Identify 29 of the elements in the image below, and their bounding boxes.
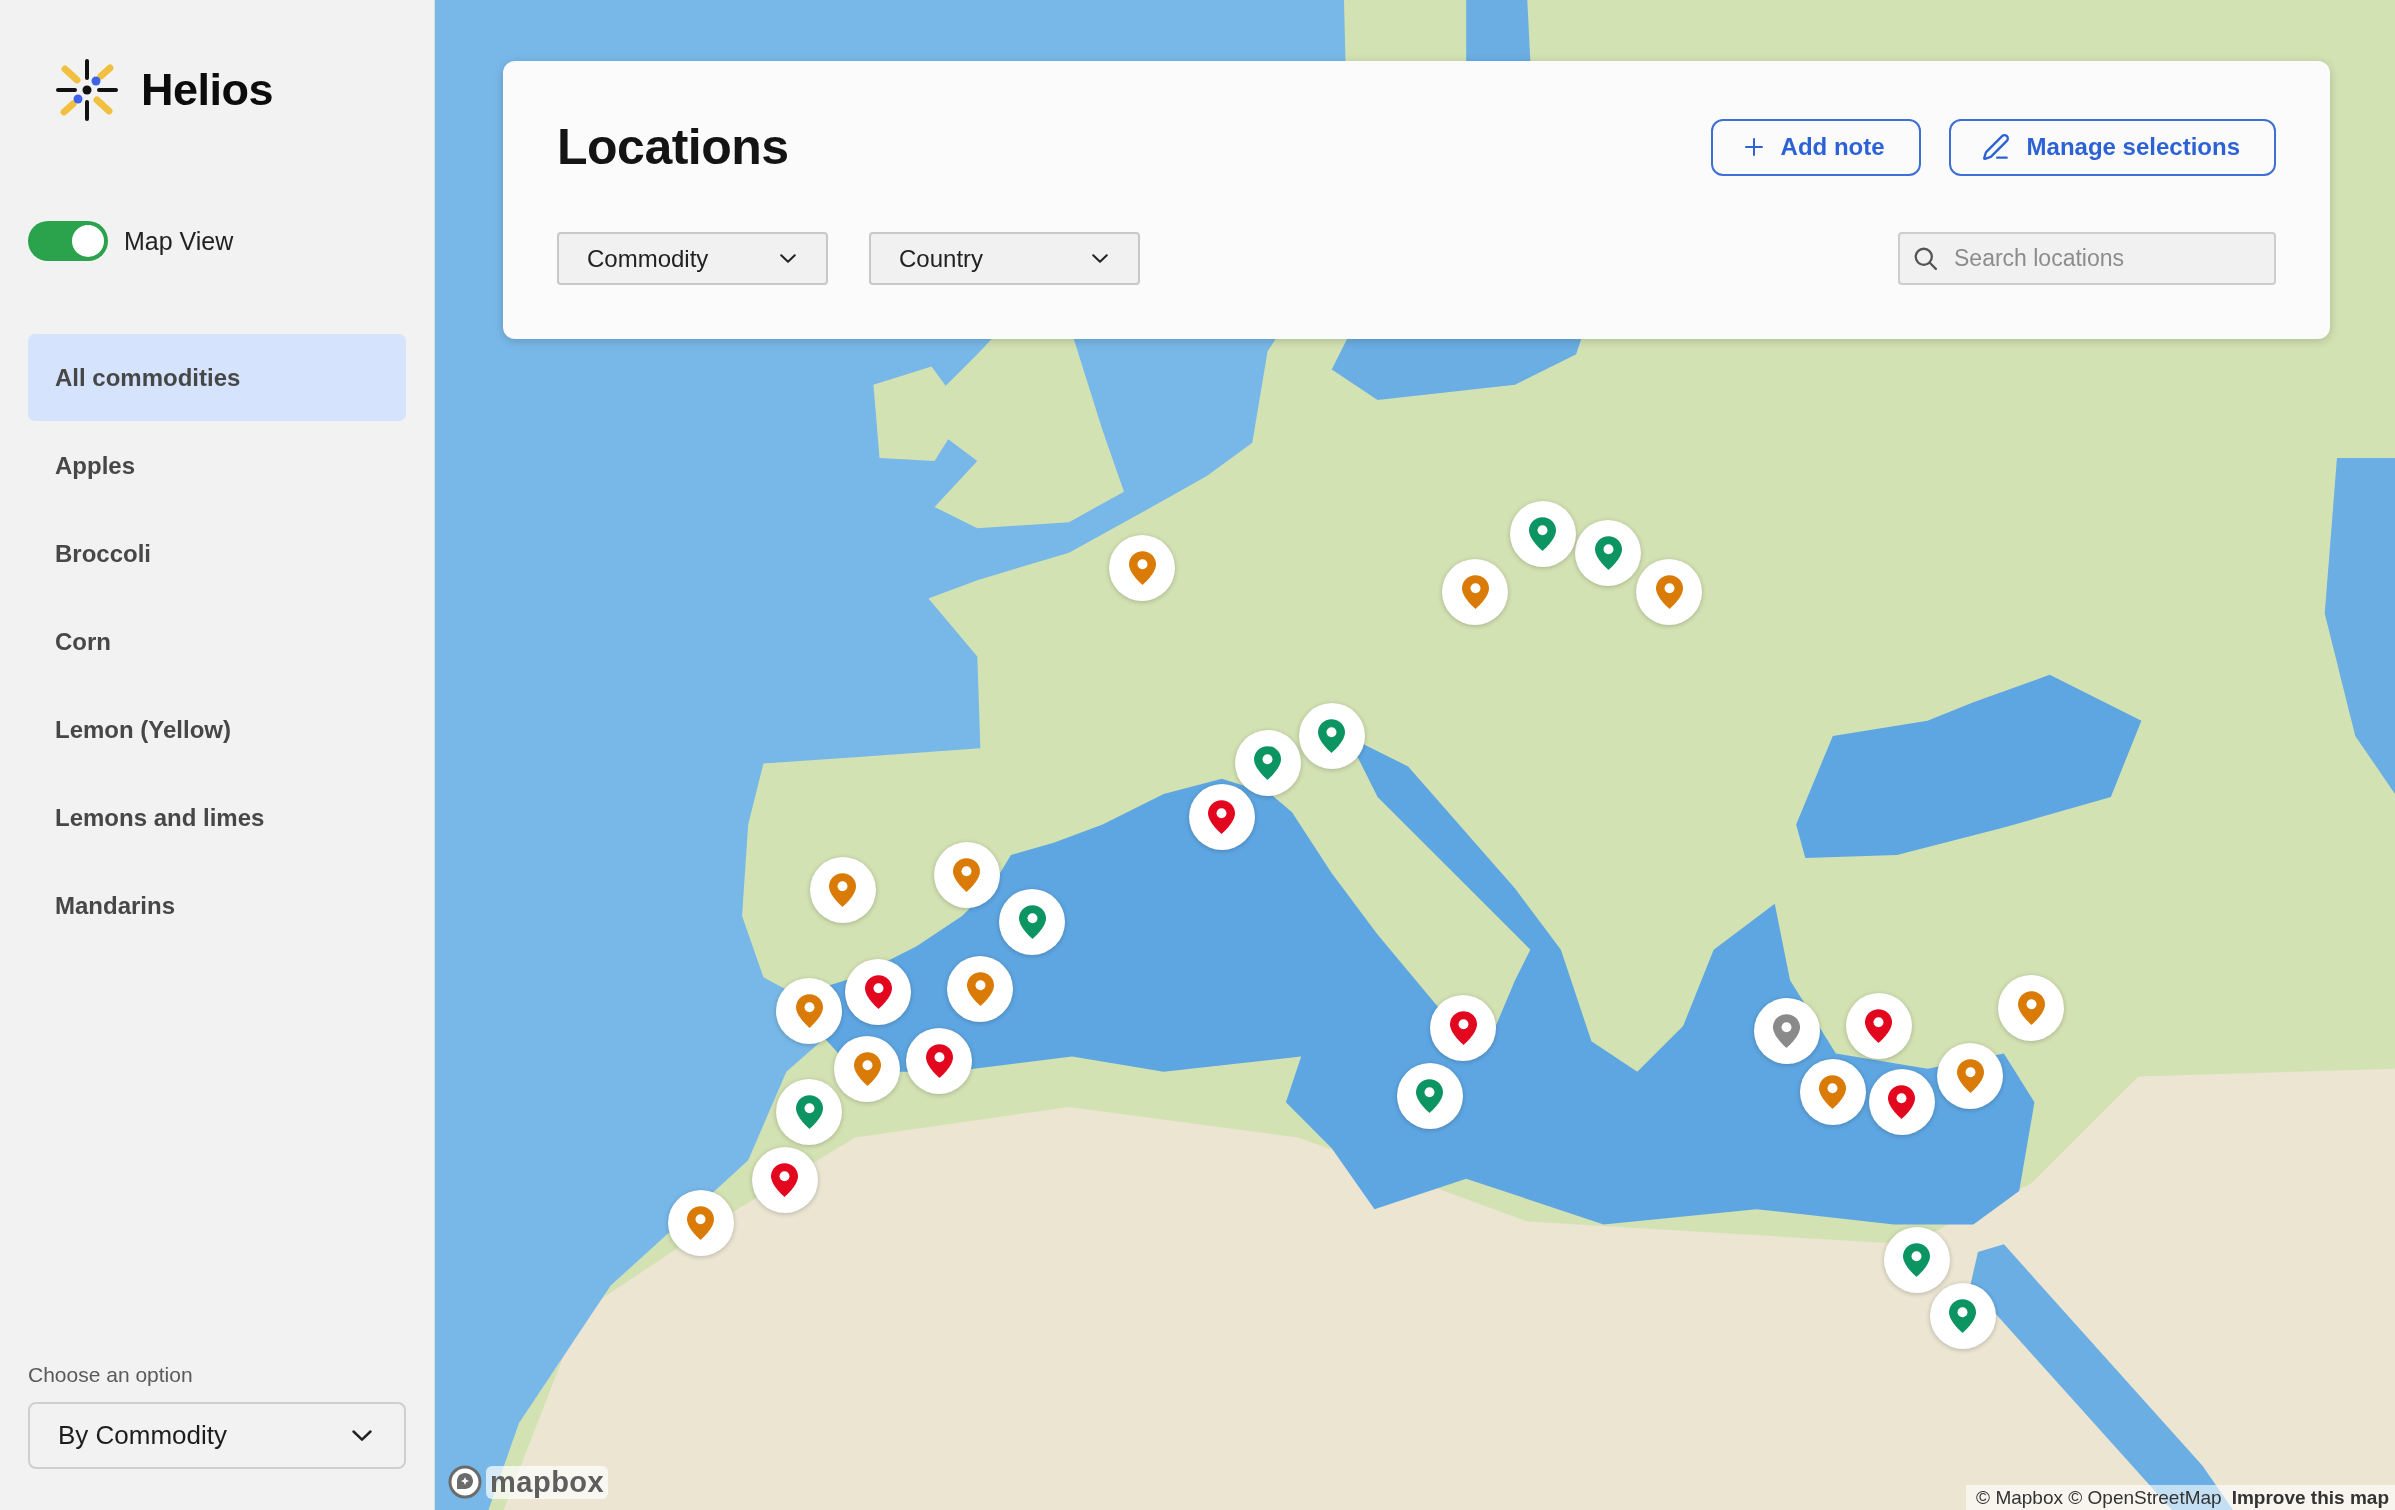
logo-icon <box>55 58 119 122</box>
mapbox-logo-icon <box>447 1464 483 1500</box>
page-title: Locations <box>557 118 789 176</box>
toggle-label: Map View <box>124 226 234 256</box>
chevron-down-icon <box>780 254 796 263</box>
search-icon <box>1914 247 1937 270</box>
add-note-button[interactable]: Add note <box>1710 118 1921 176</box>
toggle-switch[interactable] <box>28 221 108 261</box>
sidebar-item[interactable]: Lemons and limes <box>28 774 406 861</box>
option-select[interactable]: By Commodity <box>28 1402 406 1469</box>
filter-dropdown[interactable]: Country <box>869 232 1140 285</box>
sidebar-item[interactable]: All commodities <box>28 334 406 421</box>
sidebar-item[interactable]: Apples <box>28 422 406 509</box>
sidebar-item[interactable]: Corn <box>28 598 406 685</box>
manage-selections-button[interactable]: Manage selections <box>1948 118 2276 176</box>
filter-dropdown[interactable]: Commodity <box>557 232 828 285</box>
search-field[interactable]: Search locations <box>1898 232 2276 285</box>
select-label: Choose an option <box>28 1363 193 1387</box>
pencil-icon <box>1982 134 2009 160</box>
app-name: Helios <box>141 64 274 116</box>
sidebar-item[interactable]: Mandarins <box>28 862 406 949</box>
plus-icon <box>1744 138 1763 156</box>
sidebar-item[interactable]: Broccoli <box>28 510 406 597</box>
sidebar-item[interactable]: Lemon (Yellow) <box>28 686 406 773</box>
chevron-down-icon <box>352 1429 372 1442</box>
chevron-down-icon <box>1092 254 1108 263</box>
mapbox-wordmark: mapbox <box>486 1465 609 1499</box>
improve-map-link[interactable]: Improve this map <box>2231 1486 2389 1509</box>
attribution-text: © Mapbox © OpenStreetMap <box>1976 1486 2222 1509</box>
